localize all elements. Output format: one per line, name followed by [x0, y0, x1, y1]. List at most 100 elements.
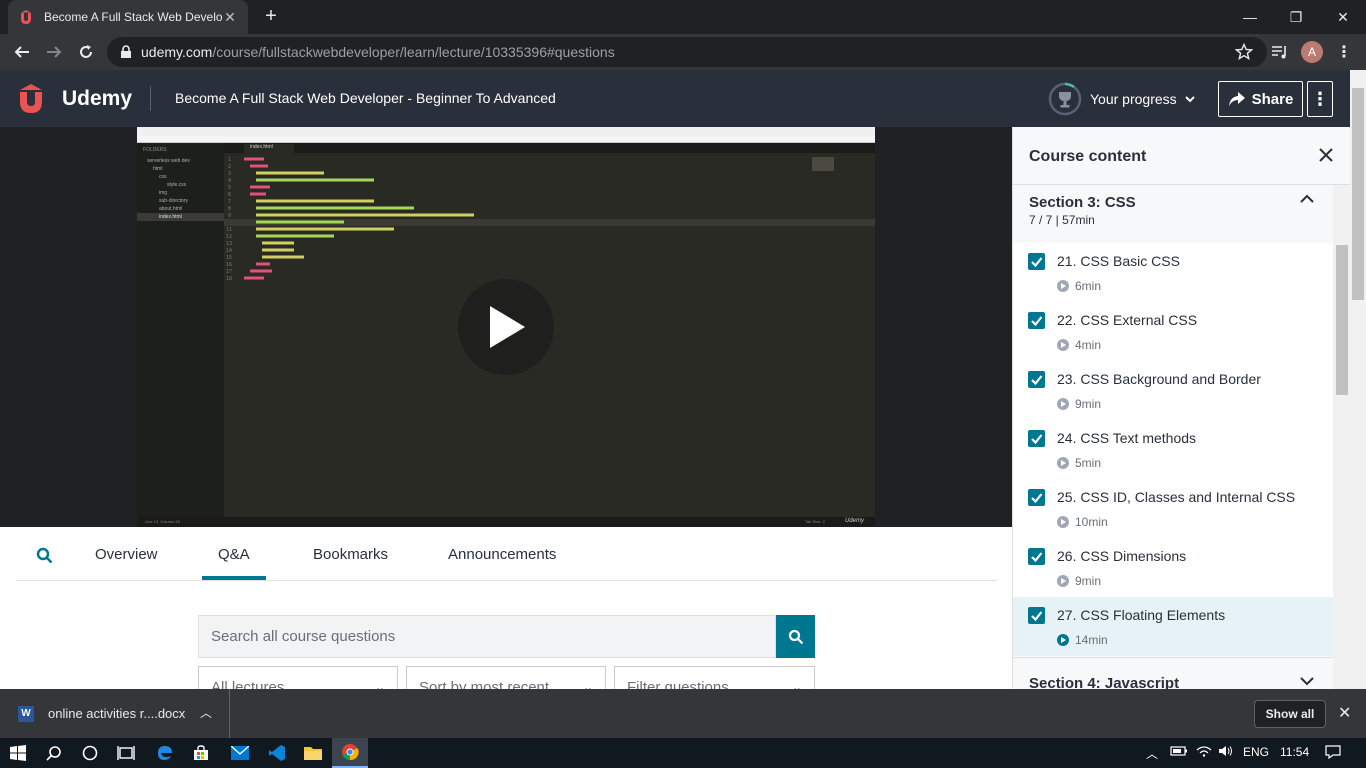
wifi-icon[interactable]	[1196, 745, 1212, 760]
download-item[interactable]: W online activities r....docx ︿	[0, 689, 230, 738]
lesson-checkbox[interactable]	[1028, 371, 1045, 388]
search-icon[interactable]	[42, 741, 66, 765]
svg-text:18: 18	[226, 276, 232, 282]
progress-dropdown[interactable]: Your progress	[1048, 82, 1197, 116]
question-search-input[interactable]: Search all course questions	[198, 615, 776, 658]
mail-icon[interactable]	[228, 741, 252, 765]
udemy-favicon-icon	[21, 10, 31, 24]
search-icon[interactable]	[36, 547, 53, 569]
file-explorer-icon[interactable]	[301, 741, 325, 765]
lesson-item[interactable]: 27. CSS Floating Elements 14min	[1013, 597, 1333, 656]
question-search-button[interactable]	[776, 615, 815, 658]
back-icon[interactable]	[10, 40, 34, 64]
tab-qa[interactable]: Q&A	[218, 546, 250, 563]
tray-chevron-icon[interactable]: ︿	[1146, 745, 1158, 762]
sidebar-scroll-thumb[interactable]	[1336, 245, 1348, 395]
share-button[interactable]: Share	[1218, 81, 1303, 117]
svg-text:6: 6	[228, 192, 231, 198]
lesson-list: 21. CSS Basic CSS 6min 22. CSS External CS…	[1013, 243, 1333, 656]
lesson-item[interactable]: 22. CSS External CSS 4min	[1013, 302, 1333, 361]
profile-avatar[interactable]: A	[1300, 40, 1324, 64]
sidebar-scrollbar[interactable]	[1333, 185, 1350, 689]
play-circle-icon	[1057, 398, 1069, 410]
edge-icon[interactable]	[153, 741, 177, 765]
lesson-checkbox[interactable]	[1028, 312, 1045, 329]
chrome-icon[interactable]	[332, 738, 368, 768]
editor-file-tab: index.html	[244, 144, 294, 153]
editor-tree-item: about.html	[159, 206, 183, 212]
downloads-bar: W online activities r....docx ︿ Show all…	[0, 689, 1366, 738]
clock[interactable]: 11:54	[1280, 745, 1309, 759]
browser-menu-icon[interactable]: ⋮	[1332, 40, 1356, 64]
lesson-checkbox[interactable]	[1028, 548, 1045, 565]
tab-close-icon[interactable]: ✕	[222, 9, 238, 26]
close-icon[interactable]: ✕	[1338, 703, 1351, 723]
task-view-icon[interactable]	[114, 741, 138, 765]
editor-tree-item: style.css	[167, 182, 187, 188]
editor-folders-label: FOLDERS	[143, 147, 167, 153]
lesson-duration-text: 9min	[1075, 574, 1102, 588]
play-circle-icon	[1057, 575, 1069, 587]
svg-text:3: 3	[228, 171, 231, 177]
reload-icon[interactable]	[74, 40, 98, 64]
play-button[interactable]	[458, 279, 554, 375]
show-all-button[interactable]: Show all	[1254, 700, 1326, 728]
checkmark-icon	[1031, 552, 1043, 563]
language-indicator[interactable]: ENG	[1243, 745, 1269, 759]
lesson-checkbox[interactable]	[1028, 253, 1045, 270]
restore-icon[interactable]: ❐	[1273, 0, 1319, 34]
lesson-item[interactable]: 26. CSS Dimensions 9min	[1013, 538, 1333, 597]
video-player[interactable]: FOLDERS serverless web dev html css styl…	[0, 127, 1012, 527]
media-icon[interactable]	[1268, 40, 1292, 64]
vscode-icon[interactable]	[265, 741, 289, 765]
lesson-title: 24. CSS Text methods	[1057, 430, 1197, 446]
cortana-icon[interactable]	[78, 741, 102, 765]
course-title[interactable]: Become A Full Stack Web Developer - Begi…	[175, 90, 556, 106]
windows-start-icon[interactable]	[6, 741, 30, 765]
lesson-title: 25. CSS ID, Classes and Internal CSS	[1057, 489, 1296, 505]
udemy-logo-icon	[20, 84, 42, 113]
close-icon[interactable]	[1316, 145, 1336, 165]
lesson-item[interactable]: 23. CSS Background and Border 9min	[1013, 361, 1333, 420]
new-tab-icon[interactable]: +	[260, 5, 282, 27]
lesson-checkbox[interactable]	[1028, 430, 1045, 447]
address-bar[interactable]: udemy.com/course/fullstackwebdeveloper/l…	[107, 37, 1267, 67]
tab-overview[interactable]: Overview	[95, 546, 158, 563]
browser-toolbar: udemy.com/course/fullstackwebdeveloper/l…	[0, 34, 1366, 70]
svg-text:7: 7	[228, 199, 231, 205]
window-close-icon[interactable]: ✕	[1320, 0, 1366, 34]
minimize-icon[interactable]: —	[1227, 0, 1273, 34]
tab-bookmarks[interactable]: Bookmarks	[313, 546, 388, 563]
volume-icon[interactable]	[1218, 745, 1234, 760]
chevron-up-icon[interactable]: ︿	[200, 704, 212, 721]
lesson-duration-text: 5min	[1075, 456, 1102, 470]
lesson-checkbox[interactable]	[1028, 489, 1045, 506]
more-options-button[interactable]: ⋮	[1307, 81, 1333, 117]
play-circle-icon	[1057, 280, 1069, 292]
svg-text:15: 15	[226, 255, 232, 261]
forward-icon[interactable]	[42, 40, 66, 64]
section-title: Section 4: Javascript	[1029, 675, 1180, 689]
lock-icon	[121, 45, 131, 58]
battery-icon[interactable]	[1170, 745, 1188, 760]
page-scroll-thumb[interactable]	[1352, 88, 1364, 300]
section-header-next[interactable]: Section 4: Javascript	[1013, 657, 1333, 689]
lesson-item[interactable]: 24. CSS Text methods 5min	[1013, 420, 1333, 479]
udemy-logo[interactable]: Udemy	[16, 84, 132, 114]
course-content-sidebar: Course content Section 3: CSS 7 / 7 | 57…	[1012, 127, 1350, 689]
lesson-checkbox[interactable]	[1028, 607, 1045, 624]
notifications-icon[interactable]	[1325, 745, 1341, 762]
page-scrollbar[interactable]	[1350, 70, 1366, 689]
editor-tree-item: html	[153, 166, 163, 172]
play-circle-icon	[1057, 634, 1069, 646]
active-tab-indicator	[202, 576, 266, 580]
section-header[interactable]: Section 3: CSS 7 / 7 | 57min	[1013, 185, 1333, 243]
lesson-duration: 4min	[1057, 338, 1101, 352]
browser-tab[interactable]: Become A Full Stack Web Develo ✕	[8, 0, 248, 34]
tab-announcements[interactable]: Announcements	[448, 546, 556, 563]
store-icon[interactable]	[189, 741, 213, 765]
lesson-item[interactable]: 21. CSS Basic CSS 6min	[1013, 243, 1333, 302]
editor-tree-item: css	[159, 174, 167, 180]
lesson-item[interactable]: 25. CSS ID, Classes and Internal CSS 10mi…	[1013, 479, 1333, 538]
bookmark-star-icon[interactable]	[1235, 43, 1253, 61]
